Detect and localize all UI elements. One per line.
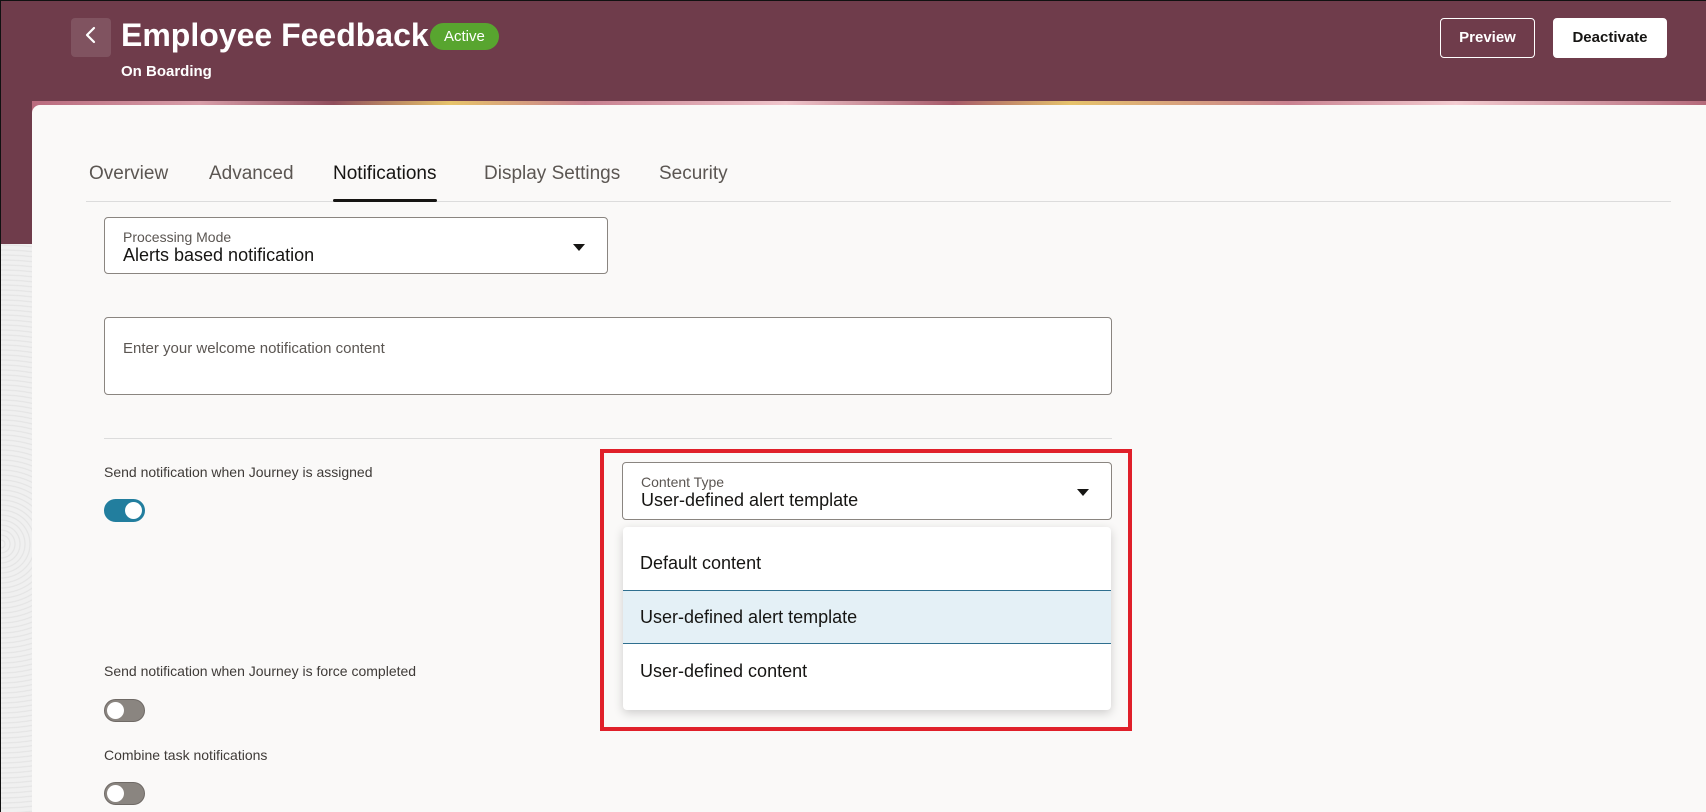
status-badge: Active	[430, 23, 499, 50]
tab-advanced[interactable]: Advanced	[209, 163, 294, 202]
welcome-content-field[interactable]: Enter your welcome notification content	[104, 317, 1112, 395]
content-type-select[interactable]: Content Type User-defined alert template	[622, 462, 1112, 520]
chevron-down-icon	[573, 244, 585, 251]
tab-bar: Overview Advanced Notifications Display …	[86, 151, 1671, 202]
chevron-left-icon	[84, 26, 98, 49]
deactivate-button[interactable]: Deactivate	[1553, 18, 1667, 58]
preview-button[interactable]: Preview	[1440, 18, 1535, 58]
combine-notifications-toggle[interactable]	[104, 782, 145, 805]
welcome-content-placeholder: Enter your welcome notification content	[123, 340, 385, 357]
processing-mode-value: Alerts based notification	[123, 245, 315, 265]
assigned-notification-label: Send notification when Journey is assign…	[104, 464, 373, 480]
force-completed-notification-toggle[interactable]	[104, 699, 145, 722]
background-texture	[1, 244, 32, 812]
content-type-dropdown: Default content User-defined alert templ…	[623, 527, 1111, 710]
page-subtitle: On Boarding	[121, 63, 212, 80]
dropdown-option-user-defined-alert-template[interactable]: User-defined alert template	[623, 590, 1111, 644]
chevron-down-icon	[1077, 489, 1089, 496]
toggle-knob	[125, 502, 142, 519]
processing-mode-select[interactable]: Processing Mode Alerts based notificatio…	[104, 217, 608, 274]
tab-security[interactable]: Security	[659, 163, 728, 202]
toggle-knob	[107, 785, 124, 802]
page-title: Employee Feedback	[121, 17, 429, 53]
tab-overview[interactable]: Overview	[89, 163, 168, 202]
tab-notifications[interactable]: Notifications	[333, 163, 437, 202]
processing-mode-label: Processing Mode	[123, 229, 232, 245]
tab-display-settings[interactable]: Display Settings	[484, 163, 620, 202]
section-divider	[104, 438, 1112, 439]
force-completed-notification-label: Send notification when Journey is force …	[104, 663, 417, 679]
assigned-notification-toggle[interactable]	[104, 499, 145, 522]
dropdown-option-user-defined-content[interactable]: User-defined content	[623, 644, 1111, 698]
dropdown-option-default-content[interactable]: Default content	[623, 536, 1111, 590]
content-type-label: Content Type	[641, 474, 725, 490]
combine-notifications-label: Combine task notifications	[104, 747, 268, 763]
toggle-knob	[107, 702, 124, 719]
back-button[interactable]	[71, 18, 111, 57]
content-type-value: User-defined alert template	[641, 490, 859, 510]
